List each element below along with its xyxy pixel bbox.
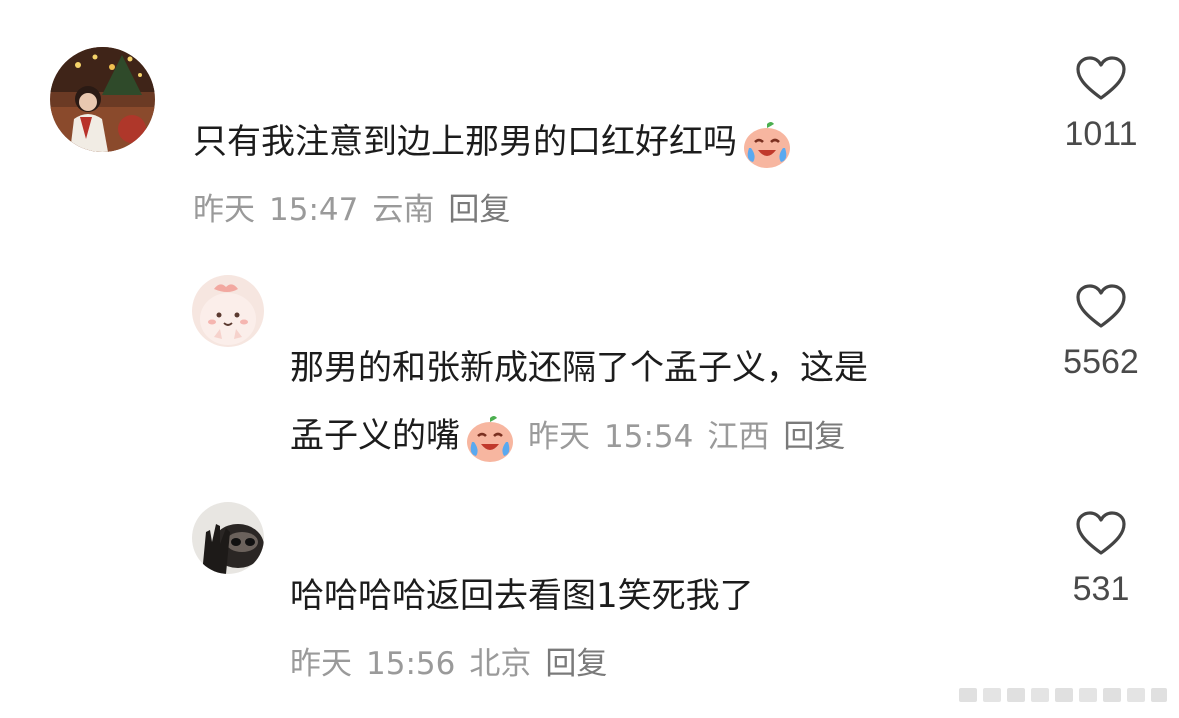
- comment-date: 昨天: [193, 192, 255, 228]
- comment-meta: 昨天 15:54 江西 回复: [528, 419, 845, 455]
- laughing-crying-emoji-icon: [467, 415, 513, 462]
- like-count: 5562: [1063, 343, 1139, 381]
- watermark: [959, 688, 1167, 702]
- reply-button[interactable]: 回复: [545, 646, 607, 682]
- reply-button[interactable]: 回复: [783, 419, 845, 455]
- comment-date: 昨天: [528, 419, 590, 455]
- like-button[interactable]: 531: [1026, 510, 1176, 609]
- comment-date: 昨天: [290, 646, 352, 682]
- avatar[interactable]: [192, 275, 264, 347]
- heart-outline-icon: [1076, 284, 1126, 328]
- like-button[interactable]: 1011: [1026, 55, 1176, 154]
- like-count: 1011: [1064, 115, 1138, 153]
- comment-time: 15:47: [269, 192, 359, 228]
- comment-text: 只有我注意到边上那男的口红好红吗: [193, 108, 793, 176]
- comment-meta: 昨天 15:56 北京 回复: [290, 644, 607, 684]
- comment-time: 15:54: [604, 419, 694, 455]
- comment-meta: 昨天 15:47 云南 回复: [193, 190, 510, 230]
- laughing-crying-emoji-icon: [744, 121, 790, 168]
- comment-time: 15:56: [366, 646, 456, 682]
- avatar[interactable]: [192, 502, 264, 574]
- comment-location: 云南: [372, 192, 435, 228]
- comment-location: 江西: [707, 419, 770, 455]
- like-button[interactable]: 5562: [1026, 283, 1176, 382]
- comment-text: 哈哈哈哈返回去看图1笑死我了: [290, 576, 754, 616]
- like-count: 531: [1072, 570, 1130, 608]
- heart-outline-icon: [1076, 511, 1126, 555]
- comment-text-line-2: 孟子义的嘴 昨天 15:54 江西 回复: [290, 402, 845, 470]
- heart-outline-icon: [1076, 56, 1126, 100]
- reply-button[interactable]: 回复: [448, 192, 510, 228]
- comment-location: 北京: [469, 646, 532, 682]
- comment-text-line-1: 那男的和张新成还隔了个孟子义，这是: [290, 348, 868, 388]
- avatar[interactable]: [50, 47, 155, 152]
